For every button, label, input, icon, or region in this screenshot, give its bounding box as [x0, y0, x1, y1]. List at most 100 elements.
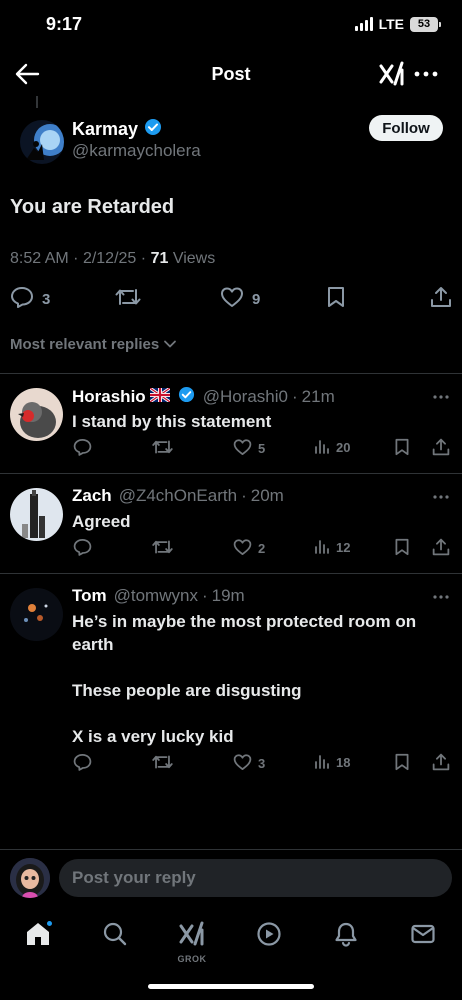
reply-author-name[interactable]: Tom [72, 586, 107, 606]
reply-button[interactable] [73, 753, 92, 774]
reply-item[interactable]: Horashio @Horashi0 · 21m I stand by this… [0, 374, 462, 473]
notifications-icon [333, 921, 359, 952]
reply-header: Horashio @Horashi0 · 21m [72, 386, 335, 408]
post-actions: 3 9 [0, 286, 462, 312]
status-bar: 9:17 LTE 53 [0, 0, 462, 48]
views-count[interactable]: 71 [151, 250, 169, 267]
avatar[interactable] [10, 858, 50, 898]
avatar[interactable] [10, 588, 63, 641]
views-count: 12 [336, 540, 351, 555]
like-button[interactable]: 9 [220, 286, 260, 312]
bookmark-button[interactable] [394, 438, 410, 459]
heart-icon [233, 438, 252, 459]
reply-handle[interactable]: @tomwynx [114, 586, 198, 606]
bookmark-button[interactable] [394, 753, 410, 774]
avatar[interactable] [20, 120, 64, 164]
home-indicator[interactable] [148, 984, 314, 989]
follow-button[interactable]: Follow [369, 115, 443, 141]
meta-separator: · [241, 486, 247, 505]
like-count: 3 [258, 756, 266, 771]
views-chart-icon [314, 753, 330, 772]
grok-tab-label: GROK [177, 954, 207, 964]
more-icon[interactable] [414, 64, 438, 84]
reply-time: 21m [301, 387, 335, 406]
meta-separator: · [201, 586, 208, 605]
views-button[interactable]: 18 [314, 753, 350, 772]
heart-icon [233, 753, 252, 774]
author-name[interactable]: Karmay [72, 118, 162, 141]
like-button[interactable]: 3 [233, 753, 265, 774]
repost-button[interactable] [152, 438, 173, 459]
repost-button[interactable] [152, 538, 173, 559]
reply-author-name[interactable]: Zach [72, 486, 112, 506]
repost-icon [152, 438, 173, 459]
views-count: 18 [336, 755, 351, 770]
avatar[interactable] [10, 388, 63, 441]
reply-button[interactable] [73, 438, 92, 459]
thread-connector [36, 96, 38, 108]
share-icon [430, 286, 452, 312]
battery-icon: 53 [410, 16, 441, 32]
reply-author-name[interactable]: Horashio [72, 387, 146, 407]
more-icon[interactable] [432, 588, 450, 599]
reply-handle[interactable]: @Z4chOnEarth [119, 486, 237, 506]
reply-input[interactable] [59, 859, 452, 897]
bookmark-button[interactable] [394, 538, 410, 559]
like-button[interactable]: 2 [233, 538, 265, 559]
reply-button[interactable] [73, 538, 92, 559]
tab-bar: GROK [0, 910, 462, 970]
author-name-text: Karmay [72, 119, 139, 139]
tab-notifications[interactable] [330, 920, 362, 952]
share-button[interactable] [430, 286, 452, 312]
bookmark-icon [394, 753, 410, 774]
uk-flag-icon [148, 386, 171, 407]
share-icon [432, 538, 450, 559]
share-button[interactable] [432, 753, 450, 774]
views-label[interactable]: Views [173, 250, 215, 267]
more-icon[interactable] [432, 388, 450, 399]
tab-search[interactable] [99, 920, 131, 952]
network-label: LTE [378, 16, 404, 32]
heart-icon [233, 538, 252, 559]
meta-separator: · [291, 387, 298, 406]
reply-item[interactable]: Zach @Z4chOnEarth · 20m Agreed 2 12 [0, 474, 462, 573]
reply-sort-label: Most relevant replies [10, 336, 160, 353]
tab-video[interactable] [253, 920, 285, 952]
share-button[interactable] [432, 538, 450, 559]
chevron-down-icon [163, 336, 177, 353]
post-date: 2/12/25 [82, 250, 137, 267]
repost-button[interactable] [115, 286, 149, 312]
reply-handle[interactable]: @Horashi0 [203, 387, 288, 407]
tab-messages[interactable] [407, 920, 439, 952]
reply-button[interactable]: 3 [10, 286, 50, 312]
heart-icon [220, 286, 244, 312]
like-button[interactable]: 5 [233, 438, 265, 459]
post-time: 8:52 AM [10, 250, 69, 267]
repost-button[interactable] [152, 753, 173, 774]
verified-badge-icon [178, 386, 195, 408]
tab-grok[interactable]: GROK [176, 920, 208, 964]
post-text: You are Retarded [10, 196, 175, 218]
grok-tab-icon [178, 920, 206, 953]
bookmark-icon [326, 286, 346, 312]
views-count: 20 [336, 440, 351, 455]
views-button[interactable]: 20 [314, 438, 350, 457]
avatar[interactable] [10, 488, 63, 541]
reply-actions: 3 18 [0, 753, 462, 775]
tab-home[interactable] [22, 920, 54, 952]
share-button[interactable] [432, 438, 450, 459]
video-icon [256, 921, 282, 952]
status-indicators: LTE 53 [354, 16, 441, 32]
grok-icon[interactable] [378, 60, 406, 88]
reply-sort-dropdown[interactable]: Most relevant replies [10, 336, 177, 353]
reply-count: 3 [42, 290, 51, 308]
verified-badge-icon [144, 118, 162, 141]
views-button[interactable]: 12 [314, 538, 350, 557]
author-handle[interactable]: @karmaycholera [72, 141, 201, 161]
reply-item[interactable]: Tom @tomwynx · 19m He’s in maybe the mos… [0, 574, 462, 788]
bookmark-button[interactable] [326, 286, 346, 312]
more-icon[interactable] [432, 488, 450, 499]
views-chart-icon [314, 538, 330, 557]
reply-time: 20m [250, 486, 284, 505]
status-time: 9:17 [46, 14, 83, 34]
